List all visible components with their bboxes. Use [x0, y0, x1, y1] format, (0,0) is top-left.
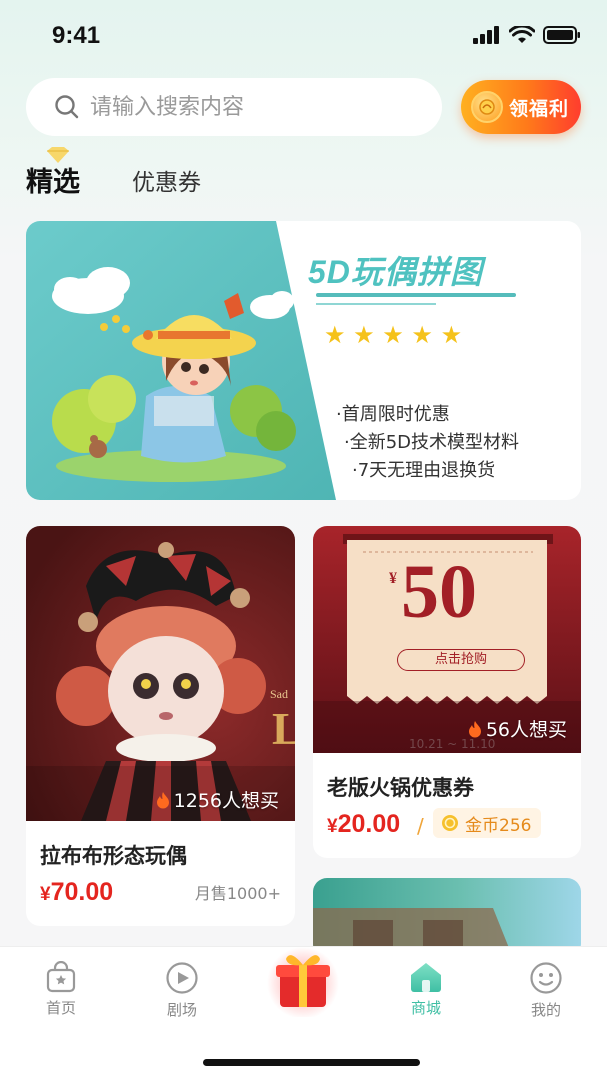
flame-icon	[468, 720, 481, 737]
tab-profile-label: 我的	[530, 1001, 561, 1019]
medal-icon	[471, 91, 503, 123]
promo-banner[interactable]: 5D玩偶拼图 ★ ★ ★ ★ ★ ·首周限时优惠 ·全新5D技术模型材料 ·7天…	[26, 221, 581, 500]
coupon-currency: ¥	[389, 570, 397, 587]
banner-feature-1: ·首周限时优惠	[336, 404, 450, 425]
product-price: ¥70.00	[40, 878, 113, 907]
shop-bag-icon	[46, 961, 76, 993]
search-icon	[55, 95, 79, 119]
banner-title: 5D玩偶拼图	[308, 254, 483, 290]
tab-home-label: 首页	[45, 999, 76, 1017]
search-bar[interactable]	[26, 78, 442, 136]
wifi-icon	[509, 26, 535, 43]
home-icon	[411, 963, 441, 992]
want-count-tag: 1256人想买	[156, 786, 279, 813]
tab-home[interactable]: 首页	[26, 961, 96, 1018]
search-input[interactable]	[90, 94, 410, 120]
tab-coupons[interactable]: 优惠券	[132, 163, 201, 199]
want-count-label: 1256人想买	[173, 790, 279, 812]
home-indicator[interactable]	[203, 1059, 420, 1066]
status-time: 9:41	[52, 22, 101, 49]
welfare-button[interactable]: 领福利	[461, 80, 581, 134]
tab-featured-label: 精选	[26, 167, 80, 198]
tab-mall[interactable]: 商城	[391, 961, 461, 1018]
price-value: 20.00	[337, 810, 401, 838]
coupon-amount: 50	[401, 550, 477, 634]
smiley-icon	[530, 962, 562, 994]
svg-text:L: L	[272, 703, 295, 754]
want-count-tag: 56人想买	[468, 715, 567, 742]
banner-features: ·首周限时优惠 ·全新5D技术模型材料 ·7天无理由退换货	[326, 401, 519, 485]
tab-featured[interactable]: 精选	[26, 147, 80, 199]
product-title: 拉布布形态玩偶	[40, 844, 187, 868]
gold-coin-icon	[442, 815, 458, 831]
coin-price-badge: 金币256	[433, 808, 542, 838]
want-count-label: 56人想买	[485, 719, 567, 741]
battery-icon	[543, 26, 580, 44]
gift-box-icon[interactable]	[266, 943, 340, 1017]
price-currency: ¥	[40, 884, 51, 905]
welfare-button-label: 领福利	[509, 97, 570, 120]
banner-feature-3: ·7天无理由退换货	[352, 460, 496, 481]
signal-icon	[473, 26, 499, 44]
svg-text:Sad: Sad	[270, 687, 288, 701]
jester-doll-image: Sad L	[26, 526, 295, 821]
price-value: 70.00	[50, 878, 114, 906]
coin-price-label: 金币256	[465, 815, 532, 836]
tab-theater[interactable]: 剧场	[147, 961, 217, 1020]
banner-underline-thin	[316, 303, 436, 305]
tab-mall-label: 商城	[410, 999, 441, 1017]
tab-profile[interactable]: 我的	[511, 961, 581, 1020]
product-card-coupon[interactable]: ¥ 50 点击抢购 10.21 ~ 11.10 56人想买 老版火锅优惠券 ¥2…	[313, 526, 581, 858]
product-price: ¥20.00	[327, 810, 400, 839]
banner-feature-2: ·全新5D技术模型材料	[344, 432, 520, 453]
category-tabs: 精选 优惠券	[26, 147, 201, 199]
play-icon	[166, 962, 198, 994]
banner-underline	[316, 293, 516, 297]
monthly-sales: 月售1000+	[194, 884, 281, 903]
product-card-doll[interactable]: Sad L 1256人想买 拉布布形态玩偶 ¥70.00 月售1000+	[26, 526, 295, 926]
doll-puzzle-illustration	[26, 221, 336, 500]
coupon-grab-button[interactable]: 点击抢购	[397, 649, 525, 671]
price-separator: /	[417, 814, 424, 838]
product-title: 老版火锅优惠券	[327, 776, 474, 800]
status-icons	[473, 26, 581, 44]
diamond-icon	[47, 147, 69, 163]
flame-icon	[156, 791, 169, 808]
rating-stars: ★ ★ ★ ★ ★	[324, 321, 463, 349]
tab-theater-label: 剧场	[166, 1001, 197, 1019]
status-bar: 9:41	[0, 0, 607, 70]
price-currency: ¥	[327, 816, 338, 837]
